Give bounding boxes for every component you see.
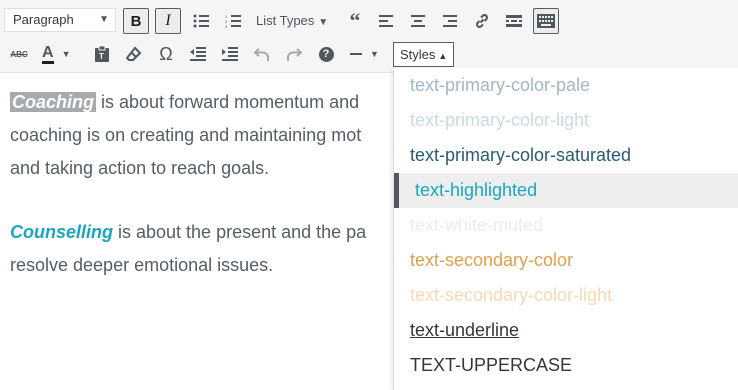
style-item-label: text-white-muted	[410, 215, 544, 235]
svg-text:3: 3	[225, 24, 228, 28]
chevron-up-icon: ▲	[438, 51, 448, 61]
styles-dropdown-button[interactable]: Styles ▲	[393, 42, 454, 67]
style-item-label: text-secondary-color	[410, 250, 574, 270]
chevron-down-icon: ▼	[99, 14, 109, 25]
styles-dropdown-menu: text-primary-color-pale text-primary-col…	[393, 68, 738, 390]
horizontal-line-icon	[350, 53, 362, 55]
style-item-text-white-muted[interactable]: text-white-muted	[394, 208, 738, 243]
horizontal-line-button[interactable]: ▼	[344, 41, 386, 67]
omega-icon: Ω	[159, 43, 173, 64]
read-more-icon	[506, 15, 522, 27]
bold-icon: B	[130, 12, 142, 30]
special-character-button[interactable]: Ω	[153, 41, 179, 67]
bullet-list-icon	[193, 14, 209, 28]
link-icon	[476, 14, 488, 28]
style-item-label: text-primary-color-light	[410, 110, 590, 130]
paragraph-text: and taking action to reach goals.	[10, 158, 270, 178]
text-color-icon: A	[42, 44, 54, 64]
outdent-icon	[190, 47, 206, 61]
align-right-button[interactable]	[437, 8, 463, 34]
style-item-text-secondary-color[interactable]: text-secondary-color	[394, 243, 738, 278]
help-icon: ?	[318, 46, 334, 62]
teal-word: Counselling	[10, 222, 113, 242]
editor-toolbar: Paragraph ▼ B I 123 List Types ▼ “ ABC A …	[0, 0, 738, 73]
bullet-list-button[interactable]	[188, 8, 214, 34]
clear-formatting-button[interactable]	[121, 41, 147, 67]
keyboard-icon	[537, 14, 555, 28]
italic-icon: I	[165, 12, 171, 29]
style-item-text-highlighted[interactable]: text-highlighted	[394, 173, 738, 208]
numbered-list-button[interactable]: 123	[220, 8, 246, 34]
style-item-text-primary-color-saturated[interactable]: text-primary-color-saturated	[394, 138, 738, 173]
highlighted-word: Coaching	[10, 92, 97, 112]
style-item-text-primary-color-pale[interactable]: text-primary-color-pale	[394, 68, 738, 103]
style-item-text-primary-color-light[interactable]: text-primary-color-light	[394, 103, 738, 138]
style-item-text-secondary-color-light[interactable]: text-secondary-color-light	[394, 278, 738, 313]
align-center-button[interactable]	[405, 8, 431, 34]
strikethrough-icon: ABC	[10, 49, 28, 59]
style-item-text-uppercase[interactable]: TEXT-UPPERCASE	[394, 348, 738, 383]
styles-label: Styles	[400, 47, 436, 62]
clipboard-icon: T	[95, 46, 109, 62]
indent-icon	[222, 47, 238, 61]
numbered-list-icon: 123	[225, 14, 241, 28]
strikethrough-button[interactable]: ABC	[6, 41, 32, 67]
list-types-label: List Types	[256, 13, 315, 28]
indent-button[interactable]	[217, 41, 243, 67]
style-item-label: TEXT-UPPERCASE	[410, 355, 573, 375]
undo-button[interactable]	[249, 41, 275, 67]
paragraph-text: is about the present and the pa	[113, 222, 367, 242]
eraser-icon	[126, 46, 142, 61]
chevron-down-icon: ▼	[370, 49, 379, 59]
blockquote-button[interactable]: “	[342, 8, 368, 34]
style-item-label: text-secondary-color-light	[410, 285, 613, 305]
paragraph-text: coaching is on creating and maintaining …	[10, 125, 362, 145]
insert-link-button[interactable]	[469, 8, 495, 34]
quote-icon: “	[349, 8, 361, 33]
redo-button[interactable]	[281, 41, 307, 67]
svg-text:T: T	[99, 52, 104, 61]
style-item-text-underline[interactable]: text-underline	[394, 313, 738, 348]
paragraph-text: is about forward momentum and	[96, 92, 360, 112]
toolbar-toggle-button[interactable]	[533, 8, 559, 34]
style-item-label: text-highlighted	[415, 180, 538, 200]
style-item-label: text-primary-color-pale	[410, 75, 591, 95]
style-item-label: text-underline	[410, 320, 520, 340]
paragraph-text: resolve deeper emotional issues.	[10, 255, 274, 275]
chevron-down-icon: ▼	[318, 17, 329, 28]
read-more-button[interactable]	[501, 8, 527, 34]
undo-icon	[254, 48, 269, 61]
chevron-down-icon: ▼	[61, 49, 71, 59]
format-select-value: Paragraph	[13, 12, 74, 27]
paste-as-text-button[interactable]: T	[89, 41, 115, 67]
align-left-icon	[379, 15, 393, 27]
align-left-button[interactable]	[373, 8, 399, 34]
italic-button[interactable]: I	[155, 8, 181, 34]
text-color-button[interactable]: A ▼	[38, 41, 78, 67]
bold-button[interactable]: B	[123, 8, 149, 34]
format-select[interactable]: Paragraph ▼	[4, 8, 116, 32]
align-center-icon	[411, 15, 425, 27]
align-right-icon	[443, 15, 457, 27]
style-item-label: text-primary-color-saturated	[410, 145, 632, 165]
redo-icon	[287, 48, 302, 61]
help-button[interactable]: ?	[313, 41, 339, 67]
list-types-dropdown[interactable]: List Types ▼	[256, 8, 328, 34]
outdent-button[interactable]	[185, 41, 211, 67]
